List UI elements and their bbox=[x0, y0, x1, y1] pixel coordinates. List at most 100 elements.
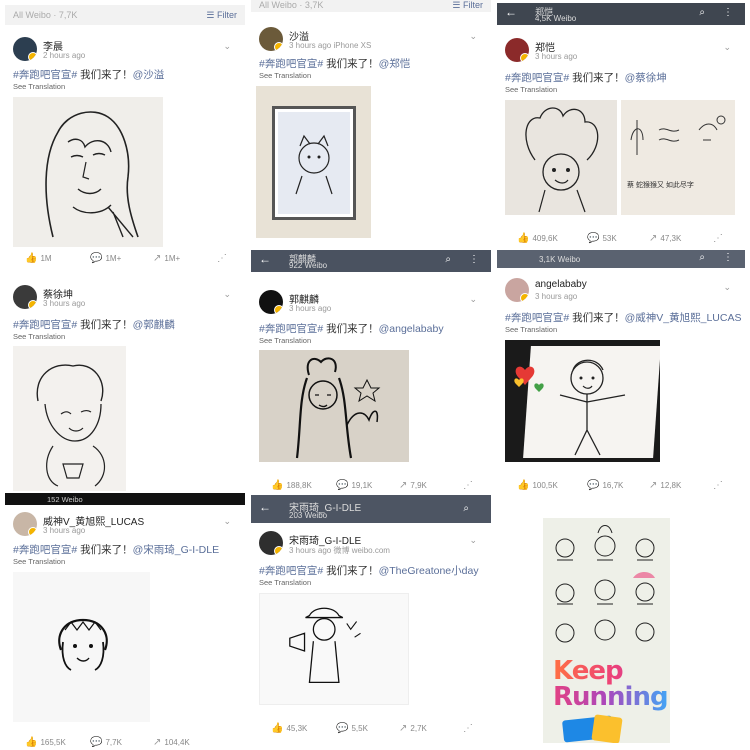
post-image[interactable] bbox=[505, 340, 660, 462]
share-count: 7,9K bbox=[410, 481, 427, 490]
sketch-drawing bbox=[525, 107, 599, 213]
hashtag-link[interactable]: #奔跑吧官宣# bbox=[13, 69, 77, 81]
more-icon[interactable]: ⋮ bbox=[723, 7, 733, 18]
like-button[interactable]: 👍 45,3K bbox=[271, 723, 307, 734]
post-time: 3 hours ago bbox=[289, 304, 332, 313]
more-share-icon[interactable]: ⋰ bbox=[217, 253, 230, 264]
hashtag-link[interactable]: #奔跑吧官宣# bbox=[505, 72, 569, 84]
comment-button[interactable]: 💬 7,7K bbox=[90, 737, 122, 747]
hashtag-link[interactable]: #奔跑吧官宣# bbox=[259, 565, 323, 577]
share-button[interactable]: ↗ 2,7K bbox=[399, 723, 427, 734]
search-icon[interactable]: ⌕ bbox=[699, 252, 705, 263]
avatar[interactable] bbox=[259, 290, 283, 314]
more-icon[interactable]: ⋮ bbox=[469, 254, 479, 265]
avatar[interactable] bbox=[505, 278, 529, 302]
post-image[interactable] bbox=[259, 593, 409, 705]
more-share-icon[interactable]: ⋰ bbox=[463, 480, 476, 490]
chevron-down-icon[interactable]: ⌄ bbox=[469, 294, 477, 305]
see-translation-link[interactable]: See Translation bbox=[13, 557, 65, 566]
profile-header-bar: ← 郑恺 4,5K Weibo ⌕ ⋮ bbox=[497, 3, 745, 25]
mention-link[interactable]: @威神V_黄旭熙_LUCAS bbox=[625, 312, 742, 324]
comment-button[interactable]: 💬 53K bbox=[587, 233, 617, 244]
chevron-down-icon[interactable]: ⌄ bbox=[723, 42, 731, 53]
more-icon[interactable]: ⋮ bbox=[723, 252, 733, 263]
post-image-1[interactable] bbox=[505, 100, 617, 215]
hashtag-link[interactable]: #奔跑吧官宣# bbox=[13, 319, 77, 331]
post-text: #奔跑吧官宣# 我们来了！@沙溢 bbox=[13, 67, 164, 82]
see-translation-link[interactable]: See Translation bbox=[259, 336, 311, 345]
see-translation-link[interactable]: See Translation bbox=[505, 325, 557, 334]
chevron-down-icon[interactable]: ⌄ bbox=[723, 282, 731, 293]
avatar[interactable] bbox=[13, 285, 37, 309]
search-icon[interactable]: ⌕ bbox=[699, 7, 705, 18]
post-image[interactable] bbox=[256, 86, 371, 238]
chevron-down-icon[interactable]: ⌄ bbox=[223, 516, 231, 527]
post-card-guoqilin: ← 郭麒麟 922 Weibo ⌕ ⋮ 郭麒麟 3 hours ago ⌄ #奔… bbox=[251, 250, 491, 490]
share-button[interactable]: ↗ 7,9K bbox=[399, 480, 427, 490]
avatar[interactable] bbox=[13, 512, 37, 536]
mention-link[interactable]: @TheGreatone小day bbox=[379, 565, 479, 577]
share-button[interactable]: ↗ 12,8K bbox=[649, 480, 681, 491]
hashtag-link[interactable]: #奔跑吧官宣# bbox=[13, 544, 77, 556]
thumbs-up-icon: 👍 bbox=[271, 480, 284, 490]
avatar[interactable] bbox=[259, 531, 283, 555]
chevron-down-icon[interactable]: ⌄ bbox=[223, 41, 231, 52]
mention-link[interactable]: @蔡徐坤 bbox=[625, 72, 667, 84]
back-arrow-icon[interactable]: ← bbox=[259, 501, 271, 513]
chevron-down-icon[interactable]: ⌄ bbox=[469, 31, 477, 42]
mention-link[interactable]: @郭麒麟 bbox=[133, 319, 175, 331]
comment-button[interactable]: 💬 5,5K bbox=[336, 723, 368, 734]
avatar[interactable] bbox=[13, 37, 37, 61]
username[interactable]: angelababy bbox=[535, 279, 587, 290]
like-button[interactable]: 👍 409,6K bbox=[517, 233, 558, 244]
comment-button[interactable]: 💬 19,1K bbox=[336, 480, 372, 490]
mention-link[interactable]: @angelababy bbox=[379, 323, 444, 335]
sketch-drawing bbox=[58, 618, 108, 671]
post-body: 我们来了！ bbox=[569, 72, 625, 84]
search-icon[interactable]: ⌕ bbox=[463, 503, 469, 514]
mention-link[interactable]: @宋雨琦_G-I-DLE bbox=[133, 544, 220, 556]
post-image[interactable] bbox=[13, 346, 126, 491]
see-translation-link[interactable]: See Translation bbox=[259, 578, 311, 587]
see-translation-link[interactable]: See Translation bbox=[505, 85, 557, 94]
like-button[interactable]: 👍 100,5K bbox=[517, 480, 558, 491]
share-button[interactable]: ↗ 104,4K bbox=[153, 737, 190, 747]
hashtag-link[interactable]: #奔跑吧官宣# bbox=[259, 58, 323, 70]
post-body: 我们来了！ bbox=[77, 69, 133, 81]
hashtag-link[interactable]: #奔跑吧官宣# bbox=[259, 323, 323, 335]
mention-link[interactable]: @郑恺 bbox=[379, 58, 411, 70]
see-translation-link[interactable]: See Translation bbox=[259, 71, 311, 80]
post-actions: 👍 100,5K 💬 16,7K ↗ 12,8K ⋰ bbox=[497, 480, 745, 494]
post-body: 我们来了！ bbox=[77, 544, 133, 556]
post-image[interactable] bbox=[259, 350, 409, 462]
post-image-2[interactable]: 蔡 蛇猴猴又 如此尽字 bbox=[621, 100, 735, 215]
hashtag-link[interactable]: #奔跑吧官宣# bbox=[505, 312, 569, 324]
avatar[interactable] bbox=[259, 27, 283, 51]
more-share-icon[interactable]: ⋰ bbox=[713, 480, 726, 491]
post-image[interactable] bbox=[13, 572, 150, 722]
back-arrow-icon[interactable]: ← bbox=[505, 6, 517, 18]
avatar[interactable] bbox=[505, 38, 529, 62]
chevron-down-icon[interactable]: ⌄ bbox=[469, 535, 477, 546]
share-button[interactable]: ↗ 47,3K bbox=[649, 233, 681, 244]
weibo-count: 203 Weibo bbox=[289, 511, 328, 520]
share-button[interactable]: ↗ 1M+ bbox=[153, 253, 180, 264]
like-button[interactable]: 👍 1M bbox=[25, 253, 52, 264]
filter-button[interactable]: ☰ Filter bbox=[206, 10, 237, 21]
chevron-down-icon[interactable]: ⌄ bbox=[223, 289, 231, 300]
mention-link[interactable]: @沙溢 bbox=[133, 69, 165, 81]
post-card-lucas: 威神V_黄旭熙_LUCAS 3 hours ago ⌄ #奔跑吧官宣# 我们来了… bbox=[5, 507, 245, 747]
post-image[interactable] bbox=[13, 97, 163, 247]
comment-button[interactable]: 💬 16,7K bbox=[587, 480, 623, 491]
search-icon[interactable]: ⌕ bbox=[445, 254, 451, 265]
comment-button[interactable]: 💬 1M+ bbox=[90, 253, 121, 264]
back-arrow-icon[interactable]: ← bbox=[259, 253, 271, 265]
see-translation-link[interactable]: See Translation bbox=[13, 332, 65, 341]
more-share-icon[interactable]: ⋰ bbox=[463, 723, 476, 734]
see-translation-link[interactable]: See Translation bbox=[13, 82, 65, 91]
filter-button[interactable]: ☰ Filter bbox=[452, 0, 483, 11]
more-share-icon[interactable]: ⋰ bbox=[713, 233, 726, 244]
like-button[interactable]: 👍 188,8K bbox=[271, 480, 312, 490]
like-button[interactable]: 👍 165,5K bbox=[25, 737, 66, 747]
comment-count: 1M+ bbox=[105, 254, 122, 263]
